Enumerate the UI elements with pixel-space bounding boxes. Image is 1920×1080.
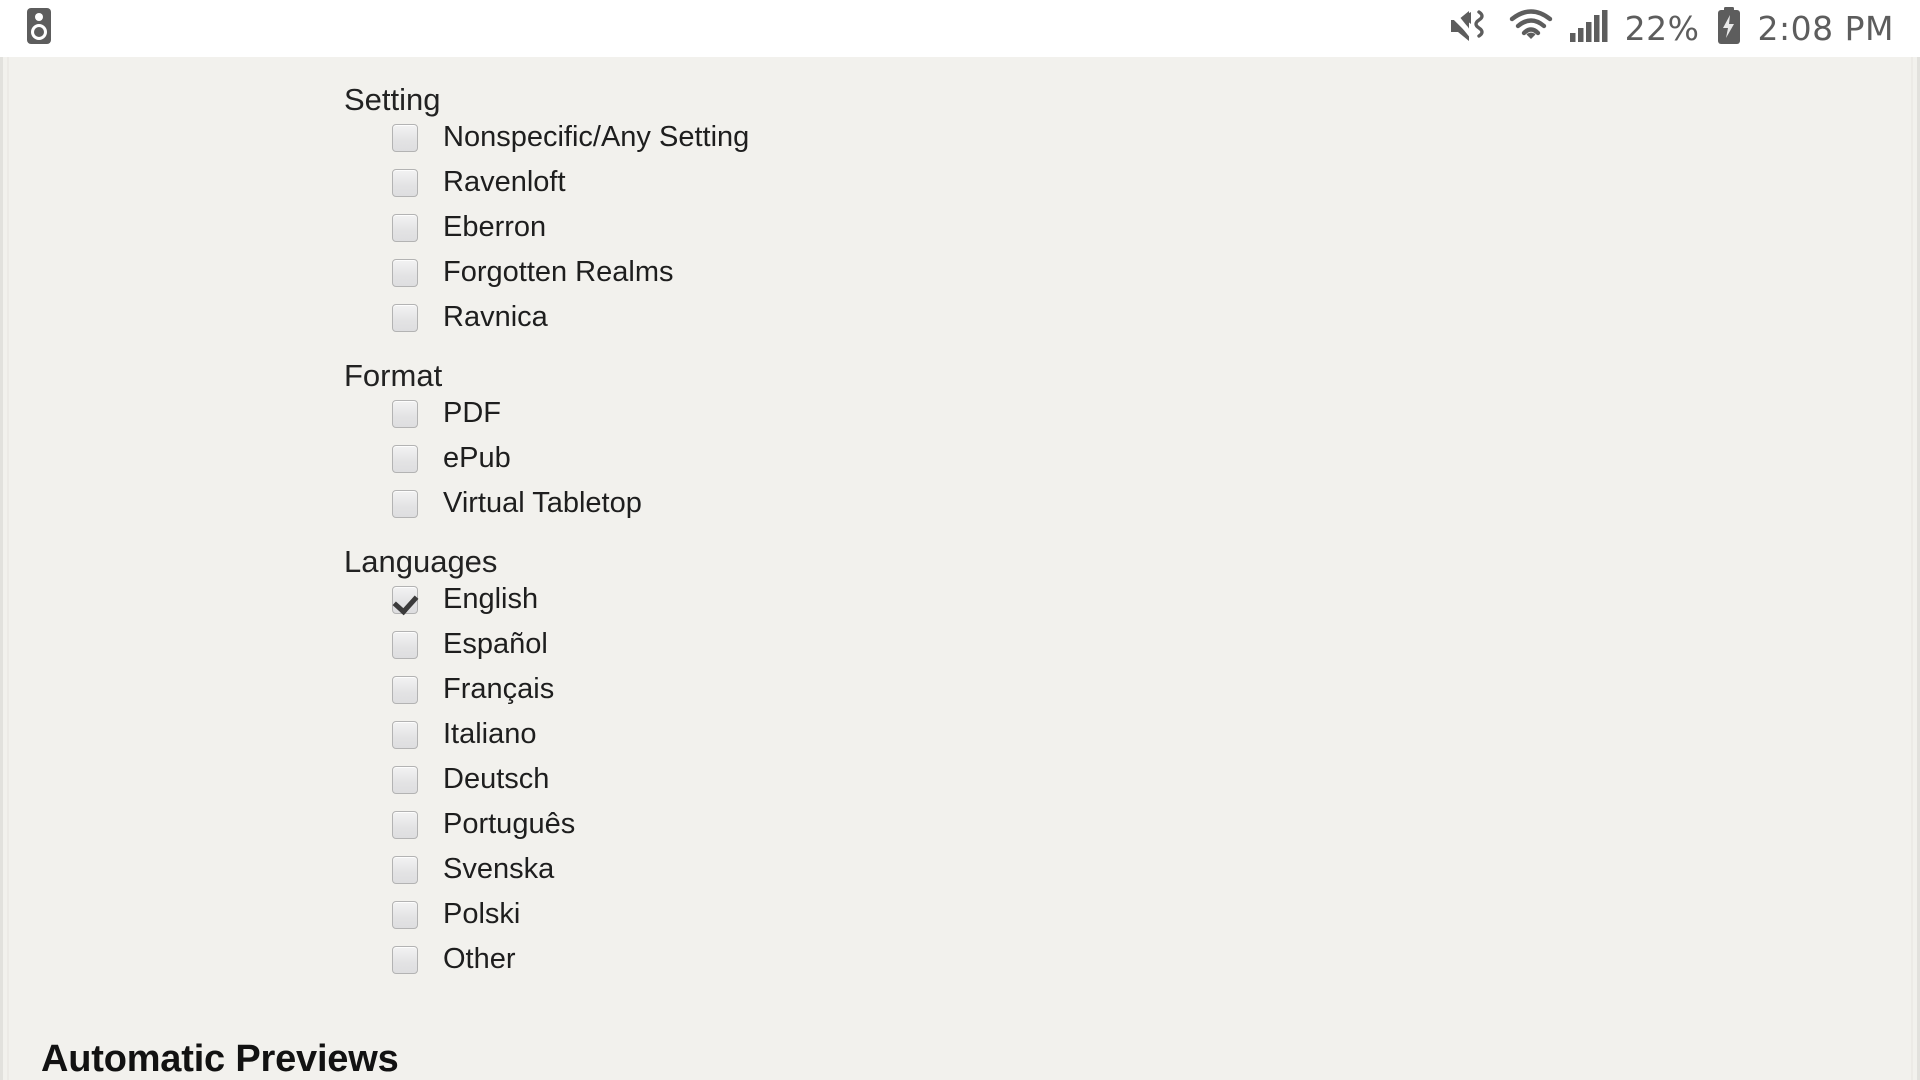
checkbox-svenska[interactable] [392,855,418,884]
option-row-italiano[interactable]: Italiano [3,712,1917,757]
option-row-portugues[interactable]: Português [3,802,1917,847]
status-bar-left-icons [0,6,56,51]
option-row-epub[interactable]: ePub [3,436,1917,481]
option-label: Italiano [443,718,537,750]
checkbox-ravenloft[interactable] [392,168,418,197]
filters-content: p Setting Nonspecific/Any Setting Ravenl… [3,57,1917,1078]
option-row-svenska[interactable]: Svenska [3,847,1917,892]
option-label: Forgotten Realms [443,256,674,288]
option-label: Français [443,673,555,705]
option-label: Other [443,943,516,975]
option-label: Ravnica [443,301,548,333]
option-row-english[interactable]: English [3,577,1917,622]
checkbox-francais[interactable] [392,675,418,704]
volume-mute-vibrate-icon [1446,8,1493,49]
option-row-forgotten-realms[interactable]: Forgotten Realms [3,250,1917,295]
speaker-notification-icon [22,6,56,51]
option-row-pdf[interactable]: PDF [3,391,1917,436]
option-row-eberron[interactable]: Eberron [3,205,1917,250]
option-label: English [443,583,539,615]
option-row-other[interactable]: Other [3,937,1917,982]
group-heading-format: Format [344,358,443,393]
option-label: Deutsch [443,763,550,795]
option-list-languages: English Español Français Italiano Deutsc… [3,577,1917,982]
clock-label: 2:08 PM [1757,9,1894,48]
battery-percent-label: 22% [1624,9,1700,48]
checkbox-portugues[interactable] [392,810,418,839]
option-label: Español [443,628,548,660]
option-row-polski[interactable]: Polski [3,892,1917,937]
wifi-icon [1509,9,1553,48]
checkbox-english[interactable] [392,585,418,614]
option-label: Ravenloft [443,166,566,198]
option-row-ravenloft[interactable]: Ravenloft [3,160,1917,205]
option-label: Nonspecific/Any Setting [443,121,750,153]
page-scroll-container[interactable]: p Setting Nonspecific/Any Setting Ravenl… [0,57,1920,1080]
option-row-espanol[interactable]: Español [3,622,1917,667]
option-list-setting: Nonspecific/Any Setting Ravenloft Eberro… [3,115,1917,340]
option-row-virtual-tabletop[interactable]: Virtual Tabletop [3,481,1917,526]
checkbox-polski[interactable] [392,900,418,929]
checkbox-deutsch[interactable] [392,765,418,794]
option-list-format: PDF ePub Virtual Tabletop [3,391,1917,526]
group-heading-setting: Setting [344,82,441,117]
checkbox-virtual-tabletop[interactable] [392,489,418,518]
option-label: Polski [443,898,521,930]
option-row-francais[interactable]: Français [3,667,1917,712]
section-title-automatic-previews: Automatic Previews [41,1038,399,1080]
option-label: ePub [443,442,511,474]
checkbox-ravnica[interactable] [392,303,418,332]
option-label: Svenska [443,853,555,885]
option-row-nonspecific-any-setting[interactable]: Nonspecific/Any Setting [3,115,1917,160]
checkbox-espanol[interactable] [392,630,418,659]
checkbox-other[interactable] [392,945,418,974]
option-row-ravnica[interactable]: Ravnica [3,295,1917,340]
option-label: Virtual Tabletop [443,487,642,519]
cellular-signal-icon [1569,9,1609,48]
option-label: Eberron [443,211,547,243]
checkbox-forgotten-realms[interactable] [392,258,418,287]
option-label: PDF [443,397,501,429]
group-heading-languages: Languages [344,544,498,579]
checkbox-pdf[interactable] [392,399,418,428]
battery-charging-icon [1716,7,1742,50]
status-bar: 22% 2:08 PM [0,0,1920,57]
status-bar-right-group: 22% 2:08 PM [1446,0,1894,57]
checkbox-eberron[interactable] [392,213,418,242]
checkbox-epub[interactable] [392,444,418,473]
option-label: Português [443,808,576,840]
option-row-deutsch[interactable]: Deutsch [3,757,1917,802]
checkbox-nonspecific-any-setting[interactable] [392,123,418,152]
checkbox-italiano[interactable] [392,720,418,749]
